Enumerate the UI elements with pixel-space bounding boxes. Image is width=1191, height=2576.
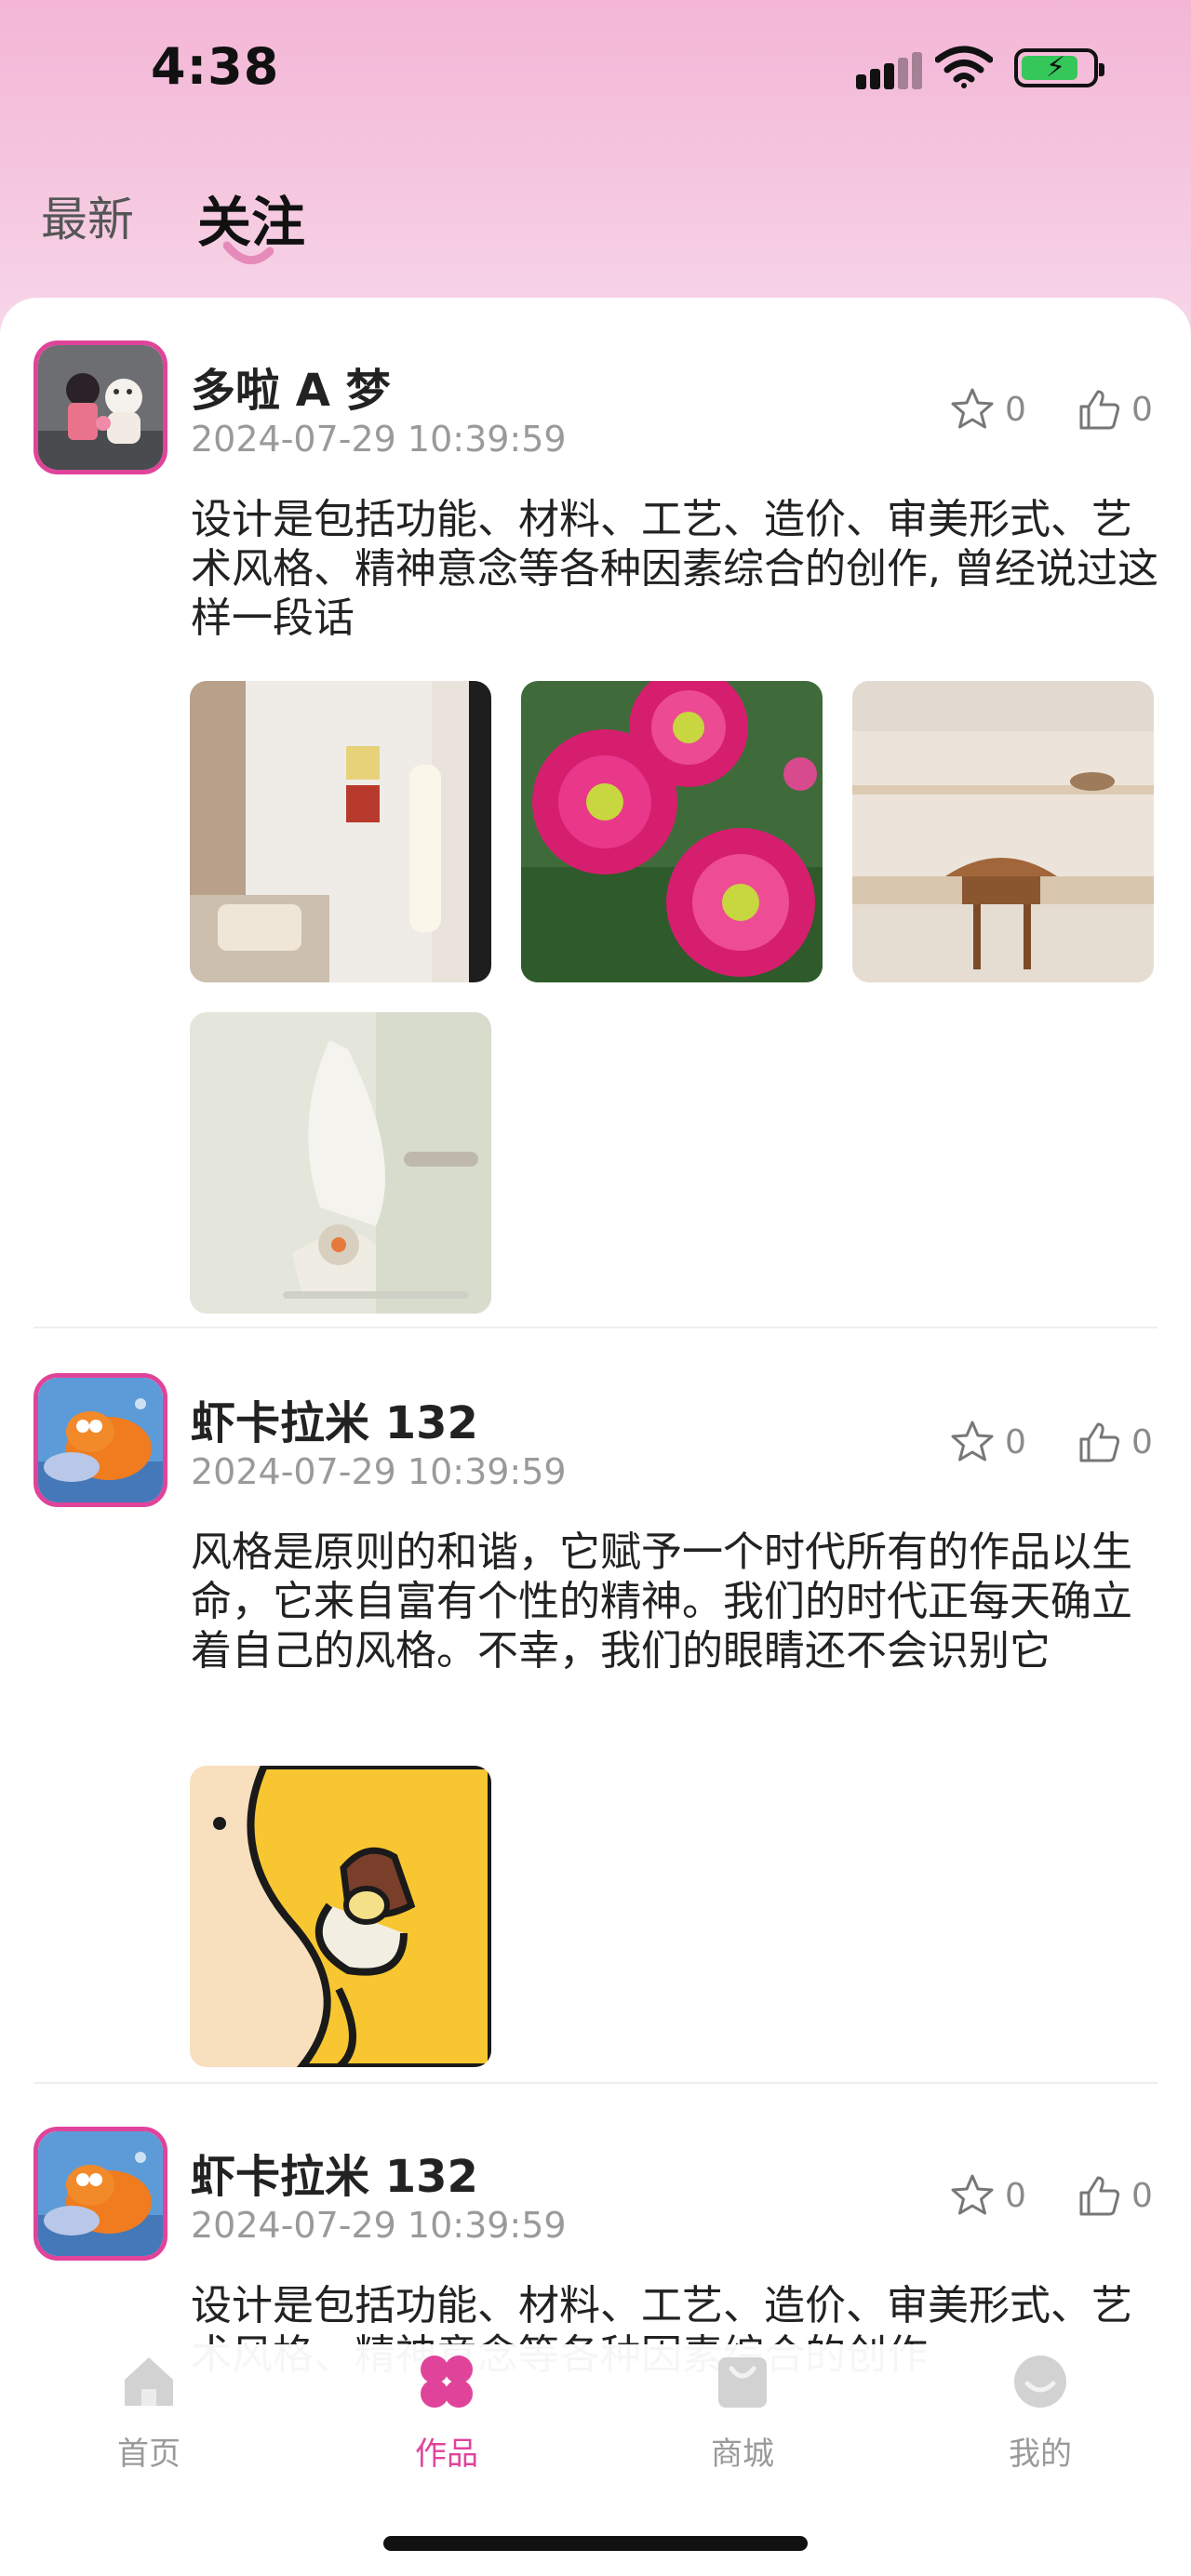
post-username[interactable]: 虾卡拉米 132: [191, 1386, 478, 1451]
nav-label: 我的: [1009, 2436, 1072, 2473]
post-actions: 0 0: [949, 381, 1163, 437]
post-image-room[interactable]: [852, 681, 1154, 982]
nav-item-shop[interactable]: 商城: [677, 2352, 808, 2491]
post-date: 2024-07-29 10:39:59: [191, 419, 567, 460]
nav-label: 商城: [711, 2436, 774, 2473]
like-button[interactable]: 0: [1076, 381, 1153, 437]
feed-panel: 多啦 A 梦 2024-07-29 10:39:59 0 0 设计是包括功能、材…: [0, 298, 1191, 2576]
tab-latest[interactable]: 最新: [41, 182, 134, 249]
post-date: 2024-07-29 10:39:59: [191, 2205, 567, 2246]
nav-label: 作品: [415, 2436, 478, 2473]
star-icon: [951, 388, 994, 429]
post-divider: [33, 1327, 1158, 1328]
favorite-count: 0: [1005, 390, 1026, 429]
nav-item-works[interactable]: 作品: [381, 2352, 512, 2491]
post-actions: 0 0: [949, 2168, 1163, 2223]
favorite-button[interactable]: 0: [949, 381, 1026, 437]
post-card: 虾卡拉米 132 2024-07-29 10:39:59 0 0 风格是原则的和…: [0, 1330, 1191, 2084]
status-time: 4:38: [151, 37, 280, 96]
active-tab-indicator: [223, 241, 274, 264]
post-images: [190, 681, 1158, 1314]
nav-item-mine[interactable]: 我的: [975, 2352, 1105, 2491]
like-count: 0: [1131, 2176, 1153, 2215]
post-card: 多啦 A 梦 2024-07-29 10:39:59 0 0 设计是包括功能、材…: [0, 298, 1191, 1328]
favorite-count: 0: [1005, 2176, 1026, 2215]
favorite-count: 0: [1005, 1422, 1026, 1462]
smile-face-icon: [1014, 2356, 1066, 2408]
like-button[interactable]: 0: [1076, 2168, 1153, 2223]
post-image-flowers[interactable]: [521, 681, 823, 982]
shopping-bag-icon: [718, 2357, 767, 2408]
post-username[interactable]: 虾卡拉米 132: [191, 2140, 478, 2205]
post-actions: 0 0: [949, 1414, 1163, 1470]
thumbs-up-icon: [1079, 390, 1120, 430]
like-count: 0: [1131, 390, 1153, 429]
avatar[interactable]: [33, 1373, 167, 1507]
post-date: 2024-07-29 10:39:59: [191, 1451, 567, 1492]
star-icon: [951, 2174, 994, 2215]
favorite-button[interactable]: 0: [949, 2168, 1026, 2223]
status-bar: 4:38 ⚡: [0, 0, 1191, 140]
clover-icon: [421, 2356, 473, 2408]
thumbs-up-icon: [1079, 2176, 1120, 2216]
post-username[interactable]: 多啦 A 梦: [191, 354, 391, 419]
avatar[interactable]: [33, 340, 167, 474]
favorite-button[interactable]: 0: [949, 1414, 1026, 1470]
like-count: 0: [1131, 1422, 1153, 1462]
star-icon: [951, 1421, 994, 1462]
home-indicator: [383, 2536, 808, 2551]
post-image-cartoon[interactable]: [190, 1766, 491, 2067]
post-image-product[interactable]: [190, 1012, 491, 1314]
post-image-interior[interactable]: [190, 681, 491, 982]
cellular-signal-icon: [856, 48, 922, 89]
nav-item-home[interactable]: 首页: [84, 2352, 214, 2491]
battery-icon: ⚡: [1014, 48, 1104, 87]
avatar[interactable]: [33, 2127, 167, 2261]
wifi-icon: [935, 46, 993, 88]
like-button[interactable]: 0: [1076, 1414, 1153, 1470]
post-text: 风格是原则的和谐，它赋予一个时代所有的作品以生命，它来自富有个性的精神。我们的时…: [191, 1528, 1132, 1675]
home-icon: [125, 2357, 173, 2406]
thumbs-up-icon: [1079, 1422, 1120, 1462]
post-text: 设计是包括功能、材料、工艺、造价、审美形式、艺术风格、精神意念等各种因素综合的创…: [191, 496, 1158, 642]
nav-label: 首页: [117, 2436, 181, 2473]
